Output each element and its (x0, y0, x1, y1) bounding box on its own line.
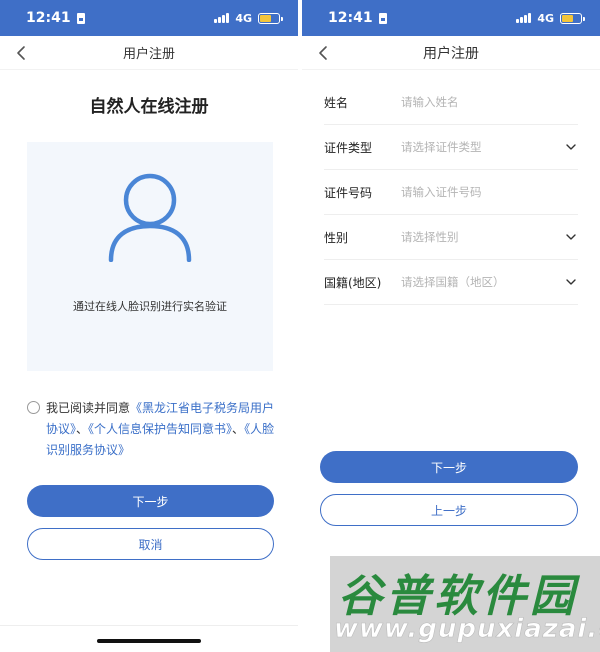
back-icon[interactable] (314, 43, 334, 63)
home-indicator[interactable] (97, 639, 201, 643)
field-label: 证件类型 (324, 140, 373, 155)
chevron-down-icon[interactable] (566, 142, 576, 152)
form-row-nationality[interactable]: 国籍(地区) (324, 260, 578, 305)
name-input[interactable] (401, 95, 578, 109)
nav-bar: 用户注册 (302, 36, 600, 70)
nav-title: 用户注册 (122, 47, 175, 62)
nav-bar: 用户注册 (0, 36, 298, 70)
sim-icon (76, 12, 85, 24)
status-bar: 12:41 4G (0, 0, 298, 36)
face-verify-caption: 通过在线人脸识别进行实名验证 (73, 300, 227, 313)
field-label: 证件号码 (324, 185, 373, 200)
chevron-down-icon[interactable] (566, 277, 576, 287)
signal-icon (214, 13, 230, 23)
home-indicator-area (0, 625, 298, 652)
page-title: 自然人在线注册 (89, 97, 209, 117)
cancel-button[interactable]: 取消 (27, 528, 274, 560)
nav-title: 用户注册 (423, 45, 479, 62)
status-bar: 12:41 4G (302, 0, 600, 36)
left-screen: 12:41 4G 用户注册 自然人在线注册 通过在线人脸识别进行实名验证 我已阅… (0, 0, 298, 652)
battery-icon (560, 12, 585, 24)
network-label: 4G (235, 11, 252, 25)
face-verify-panel[interactable]: 通过在线人脸识别进行实名验证 (27, 142, 273, 371)
user-outline-icon (108, 173, 192, 262)
signal-icon (516, 13, 532, 23)
watermark-url: www.gupuxiazai.com (334, 614, 600, 645)
id-type-select[interactable] (401, 140, 578, 154)
agreement-text: 我已阅读并同意《黑龙江省电子税务局用户协议》、《个人信息保护告知同意书》、《人脸… (46, 401, 275, 457)
nationality-select[interactable] (401, 275, 578, 289)
privacy-consent-link[interactable]: 《个人信息保护告知同意书》 (88, 422, 232, 436)
status-time: 12:41 (328, 10, 373, 26)
next-button[interactable]: 下一步 (320, 451, 578, 483)
battery-icon (258, 12, 283, 24)
watermark: 谷普软件园 www.gupuxiazai.com (330, 556, 600, 652)
form-row-id-type[interactable]: 证件类型 (324, 125, 578, 170)
agreement-row: 我已阅读并同意《黑龙江省电子税务局用户协议》、《个人信息保护告知同意书》、《人脸… (27, 398, 277, 461)
field-label: 姓名 (324, 95, 349, 110)
back-icon[interactable] (12, 43, 32, 63)
status-time: 12:41 (26, 10, 71, 26)
network-label: 4G (537, 11, 554, 25)
sim-icon (378, 12, 387, 24)
gender-select[interactable] (401, 230, 578, 244)
previous-button[interactable]: 上一步 (320, 494, 578, 526)
id-number-input[interactable] (401, 185, 578, 199)
form-row-gender[interactable]: 性别 (324, 215, 578, 260)
chevron-down-icon[interactable] (566, 232, 576, 242)
form-row-id-number: 证件号码 (324, 170, 578, 215)
field-label: 性别 (324, 230, 349, 245)
form-row-name: 姓名 (324, 80, 578, 125)
right-screen: 12:41 4G 用户注册 姓名 证件类型 证件号码 (302, 0, 600, 652)
agree-radio-icon[interactable] (27, 401, 40, 414)
registration-form: 姓名 证件类型 证件号码 性别 国籍(地区) (324, 80, 578, 305)
field-label: 国籍(地区) (324, 275, 382, 290)
next-button[interactable]: 下一步 (27, 485, 274, 517)
